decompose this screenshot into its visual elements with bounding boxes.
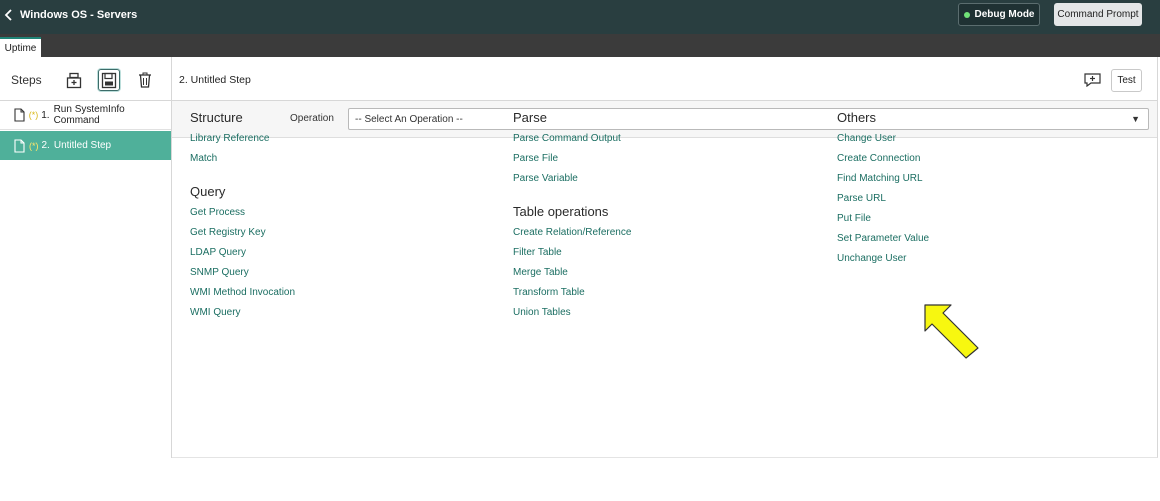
tab-uptime[interactable]: Uptime (0, 37, 41, 57)
op-link[interactable]: SNMP Query (190, 266, 295, 286)
tab-bar: Uptime (0, 34, 1160, 57)
step-name: Untitled Step (53, 140, 112, 151)
chevron-left-icon[interactable] (4, 8, 16, 22)
op-link[interactable]: Unchange User (837, 252, 929, 272)
op-link[interactable]: Match (190, 152, 295, 172)
section-title-structure: Structure (190, 110, 243, 125)
unsaved-marker: (*) (29, 140, 39, 151)
step-title: 2. Untitled Step (179, 74, 251, 86)
insert-step-icon[interactable] (63, 69, 85, 91)
operations-column-2: Parse Parse Command Output Parse File Pa… (513, 110, 631, 326)
step-item-2[interactable]: (*) 2. Untitled Step (0, 131, 171, 160)
app-title: Windows OS - Servers (20, 9, 138, 21)
operation-select[interactable]: -- Select An Operation -- ▼ (348, 108, 1149, 130)
op-link[interactable]: Put File (837, 212, 929, 232)
operations-column-3: Others Change User Create Connection Fin… (837, 110, 929, 272)
operation-selected-value: -- Select An Operation -- (355, 114, 463, 125)
op-link[interactable]: LDAP Query (190, 246, 295, 266)
save-step-icon[interactable] (98, 69, 120, 91)
section-title-table-operations: Table operations (513, 204, 609, 219)
op-link[interactable]: Create Connection (837, 152, 929, 172)
step-editor: 2. Untitled Step Test Operation -- Selec… (172, 57, 1157, 458)
op-link[interactable]: Library Reference (190, 132, 295, 152)
app-header: Windows OS - Servers Debug Mode Command … (0, 0, 1160, 34)
op-link[interactable]: Parse Variable (513, 172, 631, 192)
step-number: 2. (41, 140, 50, 151)
step-header: 2. Untitled Step Test (172, 57, 1157, 101)
test-button[interactable]: Test (1111, 69, 1142, 92)
op-link[interactable]: Filter Table (513, 246, 631, 266)
op-link[interactable]: Change User (837, 132, 929, 152)
op-link[interactable]: Union Tables (513, 306, 631, 326)
op-link[interactable]: Transform Table (513, 286, 631, 306)
op-link[interactable]: Get Registry Key (190, 226, 295, 246)
add-comment-icon[interactable] (1084, 73, 1101, 88)
debug-mode-label: Debug Mode (974, 9, 1035, 20)
op-link[interactable]: Parse URL (837, 192, 929, 212)
operation-label: Operation (290, 113, 334, 124)
op-link[interactable]: Parse File (513, 152, 631, 172)
steps-toolbar: Steps (0, 57, 171, 101)
document-icon (14, 108, 26, 122)
op-link[interactable]: WMI Method Invocation (190, 286, 295, 306)
steps-sidebar: Steps (*) 1. Run SystemInfo Command (*) (0, 57, 172, 458)
section-title-query: Query (190, 184, 226, 199)
operation-row: Operation -- Select An Operation -- ▼ (172, 101, 1157, 138)
trash-icon[interactable] (134, 69, 156, 91)
op-link[interactable]: Merge Table (513, 266, 631, 286)
operations-column-1: Structure Library Reference Match Query … (190, 110, 295, 326)
op-link[interactable]: Parse Command Output (513, 132, 631, 152)
unsaved-marker: (*) (28, 110, 39, 120)
annotation-arrow-icon (924, 304, 979, 359)
op-link[interactable]: WMI Query (190, 306, 295, 326)
op-link[interactable]: Create Relation/Reference (513, 226, 631, 246)
step-number: 1. (41, 109, 50, 121)
op-link[interactable]: Get Process (190, 206, 295, 226)
caret-down-icon: ▼ (1131, 114, 1140, 124)
op-link[interactable]: Set Parameter Value (837, 232, 929, 252)
section-title-parse: Parse (513, 110, 547, 125)
step-item-1[interactable]: (*) 1. Run SystemInfo Command (0, 101, 171, 130)
command-prompt-button[interactable]: Command Prompt (1054, 3, 1142, 26)
op-link[interactable]: Find Matching URL (837, 172, 929, 192)
document-icon (14, 138, 26, 153)
debug-mode-button[interactable]: Debug Mode (958, 3, 1040, 26)
steps-label: Steps (11, 73, 42, 87)
debug-status-dot (963, 11, 970, 18)
section-title-others: Others (837, 110, 877, 125)
step-name: Run SystemInfo Command (53, 104, 125, 126)
